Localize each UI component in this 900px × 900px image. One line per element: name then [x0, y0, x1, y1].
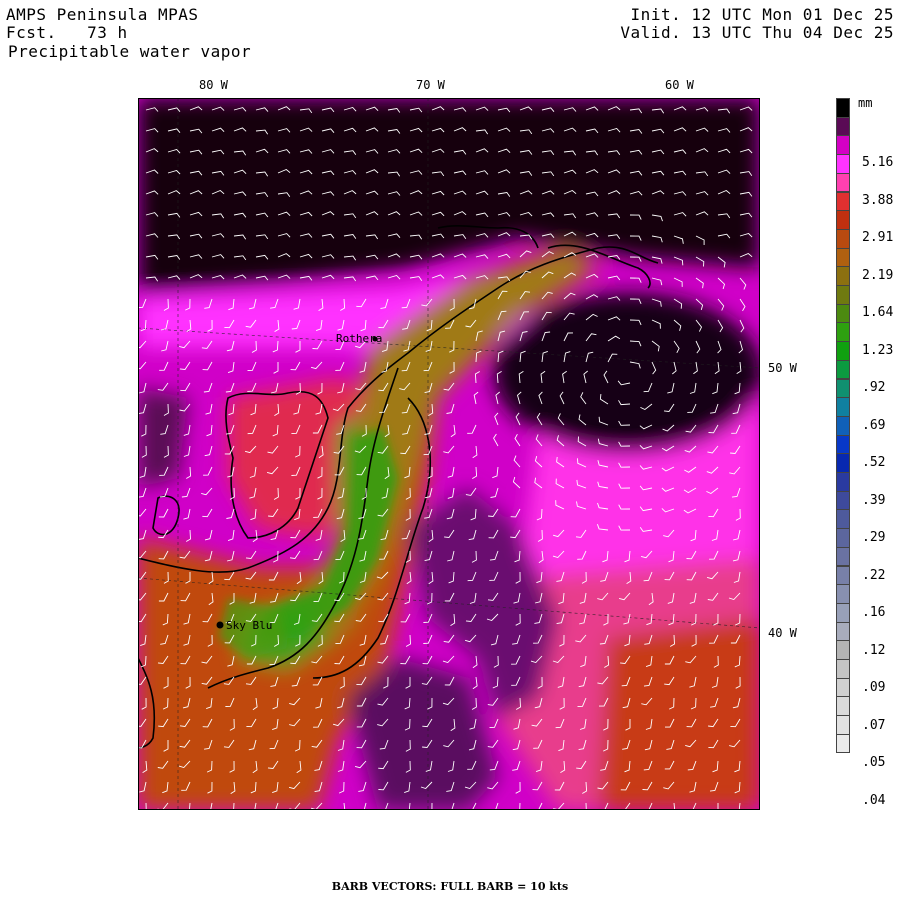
colorbar-cell	[836, 303, 850, 324]
init-time: Init. 12 UTC Mon 01 Dec 25	[630, 5, 894, 24]
station-label-rothera: Rothera	[336, 332, 382, 345]
field-name: Precipitable water vapor	[8, 42, 252, 61]
colorbar-label: .04	[862, 792, 886, 808]
colorbar-cell	[836, 677, 850, 698]
colorbar-label: .07	[862, 717, 886, 733]
colorbar-cell	[836, 397, 850, 417]
colorbar-cell	[836, 98, 850, 118]
colorbar-cell	[836, 509, 850, 530]
colorbar-cell	[836, 228, 850, 249]
colorbar-label: .22	[862, 567, 886, 583]
colorbar-cell	[836, 322, 850, 343]
colorbar-cell	[836, 210, 850, 230]
colorbar-cell	[836, 621, 850, 642]
colorbar-cell	[836, 359, 850, 380]
colorbar-label: .09	[862, 680, 886, 695]
colorbar-cell	[836, 715, 850, 735]
colorbar-cell	[836, 266, 850, 286]
colorbar-label: .92	[862, 380, 886, 395]
colorbar-label: .52	[862, 455, 886, 470]
colorbar-cell	[836, 528, 850, 548]
colorbar-cell	[836, 191, 850, 212]
colorbar-label: 2.91	[862, 230, 894, 245]
colorbar-label: 1.64	[862, 305, 894, 320]
colorbar-label: 2.19	[862, 267, 894, 283]
station-rothera: Rothera	[336, 332, 382, 345]
colorbar-cell	[836, 341, 850, 361]
lon-label-60w: 60 W	[665, 78, 694, 92]
colorbar-label: .29	[862, 530, 886, 545]
colorbar-label: 5.16	[862, 155, 894, 170]
lon-label-80w: 80 W	[199, 78, 228, 92]
colorbar-cell	[836, 378, 850, 399]
colorbar-cell	[836, 490, 850, 511]
colorbar-label: 3.88	[862, 192, 894, 208]
colorbar-label: 1.23	[862, 342, 894, 358]
colorbar-cell	[836, 733, 850, 754]
station-label-sky-blu: Sky Blu	[226, 619, 272, 632]
colorbar-cell	[836, 640, 850, 660]
colorbar-cell	[836, 415, 850, 436]
barb-legend: BARB VECTORS: FULL BARB = 10 kts	[331, 880, 569, 893]
model-title: AMPS Peninsula MPAS	[6, 5, 199, 24]
valid-time: Valid. 13 UTC Thu 04 Dec 25	[620, 23, 894, 42]
colorbar-label: .16	[862, 605, 886, 620]
colorbar-cell	[836, 285, 850, 305]
colorbar-cell	[836, 565, 850, 586]
colorbar-cell	[836, 247, 850, 268]
colorbar-cell	[836, 659, 850, 679]
colorbar-cell	[836, 546, 850, 567]
colorbar-unit: mm	[858, 96, 873, 110]
colorbar-label: .39	[862, 492, 886, 508]
colorbar-label: .05	[862, 755, 886, 770]
forecast-hour: Fcst. 73 h	[6, 23, 128, 42]
colorbar-cell	[836, 453, 850, 473]
colorbar-cell	[836, 696, 850, 717]
lon-label-70w: 70 W	[416, 78, 445, 92]
precipitable-water-map: Rothera Sky Blu	[138, 98, 760, 810]
lon-label-50w: 50 W	[768, 361, 797, 375]
colorbar-cell	[836, 602, 850, 623]
lon-label-40w: 40 W	[768, 626, 797, 640]
colorbar-cell	[836, 116, 850, 137]
colorbar-label: .69	[862, 417, 886, 433]
colorbar-cell	[836, 472, 850, 492]
colorbar-label: .12	[862, 642, 886, 658]
colorbar-cell	[836, 434, 850, 455]
colorbar-cell	[836, 154, 850, 174]
colorbar-cell	[836, 135, 850, 156]
colorbar-cell	[836, 172, 850, 193]
colorbar-cell	[836, 584, 850, 604]
